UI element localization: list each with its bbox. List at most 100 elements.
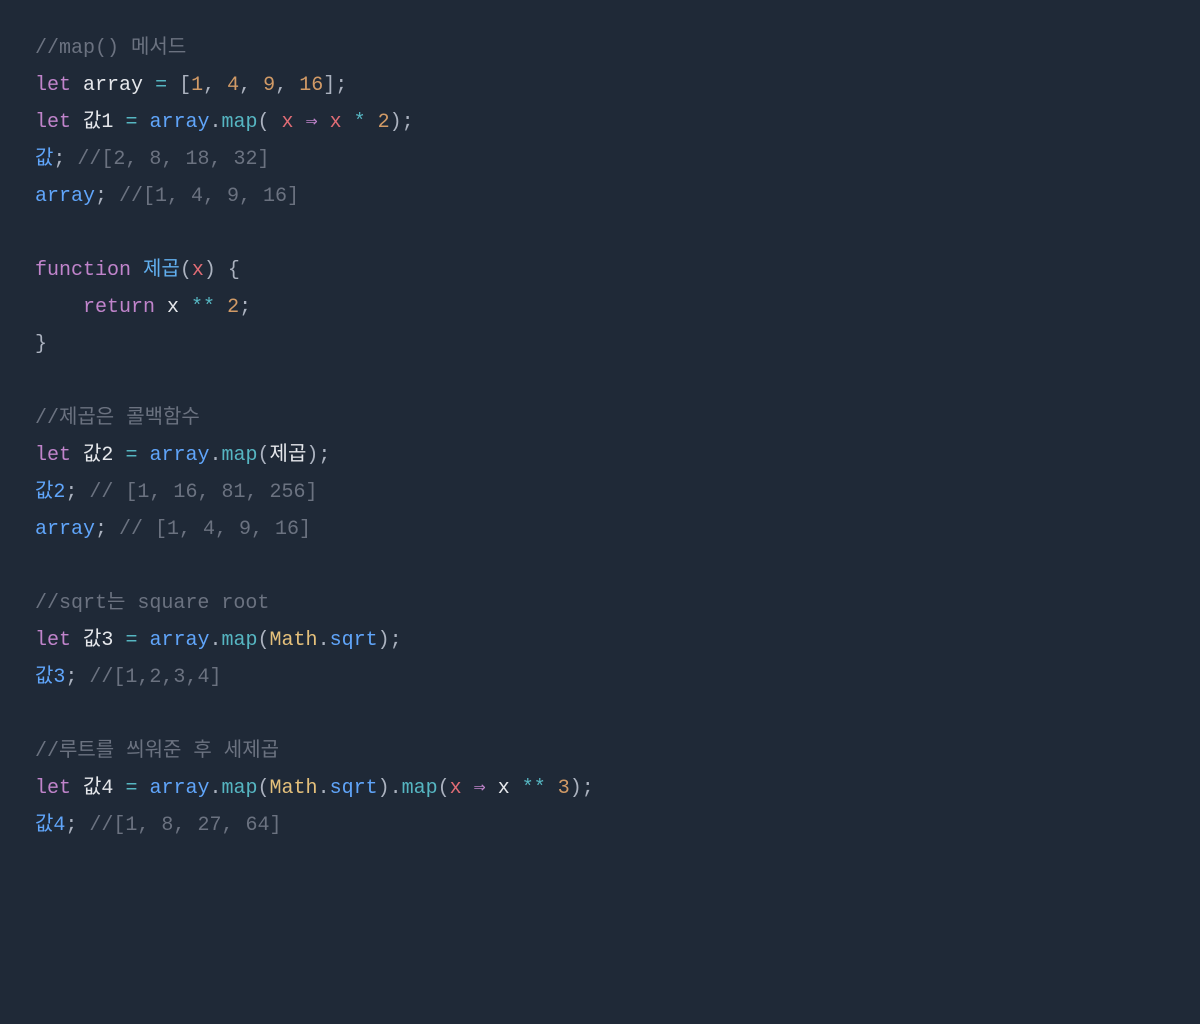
open-paren: (	[258, 777, 270, 800]
close-paren: );	[378, 629, 402, 652]
power-op: **	[510, 777, 558, 800]
array-ref: array	[35, 518, 95, 541]
callback-name: 제곱	[270, 444, 307, 467]
var-x: x	[155, 296, 179, 319]
dot: .	[210, 777, 222, 800]
code-line-blank	[35, 696, 1165, 733]
equals-op: =	[125, 444, 137, 467]
array-ref: array	[149, 111, 209, 134]
let-keyword: let	[35, 74, 71, 97]
math-class: Math	[270, 777, 318, 800]
var-x: x	[498, 777, 510, 800]
semicolon: ;	[95, 518, 119, 541]
math-class: Math	[270, 629, 318, 652]
code-line-13: 값2; // [1, 16, 81, 256]	[35, 474, 1165, 511]
code-line-5: array; //[1, 4, 9, 16]	[35, 178, 1165, 215]
comment-text: //map() 메서드	[35, 37, 186, 60]
close-paren: );	[306, 444, 330, 467]
sqrt-prop: sqrt	[330, 777, 378, 800]
comment-text: // [1, 4, 9, 16]	[119, 518, 311, 541]
comma: ,	[275, 74, 299, 97]
close-brace: }	[35, 333, 47, 356]
return-keyword: return	[83, 296, 155, 319]
let-keyword: let	[35, 111, 71, 134]
comment-text: //[2, 8, 18, 32]	[77, 148, 269, 171]
param-x: x	[450, 777, 462, 800]
var-val2: 값2	[83, 444, 113, 467]
var-val3: 값3	[83, 629, 113, 652]
code-line-2: let array = [1, 4, 9, 16];	[35, 67, 1165, 104]
code-line-9: }	[35, 326, 1165, 363]
map-method: map	[222, 444, 258, 467]
let-keyword: let	[35, 777, 71, 800]
number-16: 16	[299, 74, 323, 97]
comment-text: //sqrt는 square root	[35, 592, 269, 615]
code-line-22: 값4; //[1, 8, 27, 64]	[35, 807, 1165, 844]
code-line-18: 값3; //[1,2,3,4]	[35, 659, 1165, 696]
array-ref: array	[35, 185, 95, 208]
dot: .	[210, 444, 222, 467]
array-ref: array	[149, 629, 209, 652]
power-op: **	[179, 296, 227, 319]
array-ref: array	[149, 444, 209, 467]
dot: .	[390, 777, 402, 800]
array-ref: array	[149, 777, 209, 800]
var-val2: 값2	[35, 481, 65, 504]
var-val3: 값3	[35, 666, 65, 689]
comment-text: //[1,2,3,4]	[89, 666, 221, 689]
let-keyword: let	[35, 444, 71, 467]
code-line-17: let 값3 = array.map(Math.sqrt);	[35, 622, 1165, 659]
open-paren: (	[258, 629, 270, 652]
semicolon: ;	[53, 148, 77, 171]
open-paren: (	[258, 111, 282, 134]
function-keyword: function	[35, 259, 131, 282]
code-line-blank	[35, 215, 1165, 252]
map-method: map	[222, 629, 258, 652]
map-method: map	[222, 111, 258, 134]
code-line-3: let 값1 = array.map( x ⇒ x * 2);	[35, 104, 1165, 141]
comment-text: //[1, 4, 9, 16]	[119, 185, 299, 208]
arrow-op: ⇒	[462, 777, 498, 800]
code-line-11: //제곱은 콜백함수	[35, 400, 1165, 437]
number-2: 2	[378, 111, 390, 134]
mult-op: *	[342, 111, 378, 134]
param-x: x	[192, 259, 204, 282]
var-val4: 값4	[83, 777, 113, 800]
equals-op: =	[125, 777, 137, 800]
code-line-7: function 제곱(x) {	[35, 252, 1165, 289]
dot: .	[210, 111, 222, 134]
func-name: 제곱	[131, 259, 180, 282]
var-val1: 값1	[83, 111, 113, 134]
comment-text: //[1, 8, 27, 64]	[89, 814, 281, 837]
comment-text: // [1, 16, 81, 256]	[89, 481, 317, 504]
code-line-blank	[35, 363, 1165, 400]
close-paren: )	[378, 777, 390, 800]
indent	[35, 296, 83, 319]
number-2: 2	[227, 296, 239, 319]
comment-text: //루트를 씌워준 후 세제곱	[35, 740, 279, 763]
open-paren: (	[438, 777, 450, 800]
map-method: map	[222, 777, 258, 800]
arrow-op: ⇒	[294, 111, 330, 134]
comma: ,	[203, 74, 227, 97]
code-line-20: //루트를 씌워준 후 세제곱	[35, 733, 1165, 770]
equals-op: =	[125, 111, 137, 134]
close-paren: );	[570, 777, 594, 800]
map-method: map	[402, 777, 438, 800]
let-keyword: let	[35, 629, 71, 652]
open-paren: (	[258, 444, 270, 467]
code-line-4: 값; //[2, 8, 18, 32]	[35, 141, 1165, 178]
var-val4: 값4	[35, 814, 65, 837]
close-bracket: ];	[323, 74, 347, 97]
number-1: 1	[191, 74, 203, 97]
number-4: 4	[227, 74, 239, 97]
semicolon: ;	[95, 185, 119, 208]
code-line-1: //map() 메서드	[35, 30, 1165, 67]
close-paren: );	[390, 111, 414, 134]
code-line-14: array; // [1, 4, 9, 16]	[35, 511, 1165, 548]
var-val: 값	[35, 148, 53, 171]
code-editor[interactable]: //map() 메서드 let array = [1, 4, 9, 16]; l…	[35, 30, 1165, 844]
param-x: x	[330, 111, 342, 134]
number-3: 3	[558, 777, 570, 800]
semicolon: ;	[239, 296, 251, 319]
